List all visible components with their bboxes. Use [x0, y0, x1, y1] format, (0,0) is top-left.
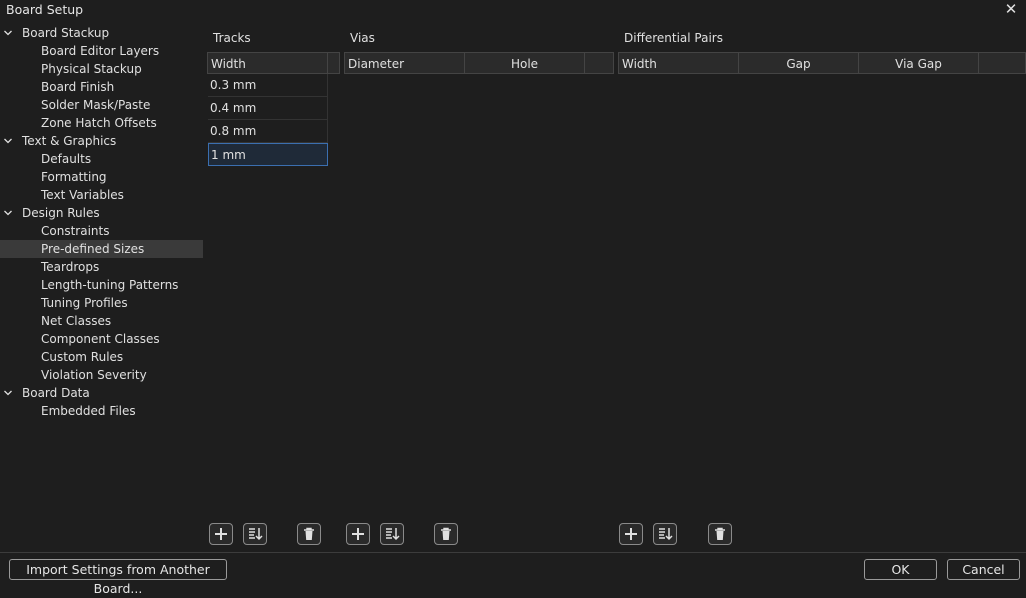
tracks-delete-button[interactable]	[297, 523, 321, 545]
sort-icon	[249, 528, 263, 541]
tree-item[interactable]: Defaults	[0, 150, 204, 168]
tree-item[interactable]: Board Editor Layers	[0, 42, 204, 60]
diffpairs-sort-button[interactable]	[653, 523, 677, 545]
trash-icon	[304, 527, 314, 540]
trash-icon	[715, 527, 725, 540]
diffpairs-header-stub	[979, 52, 1026, 74]
tracks-col-width[interactable]: Width	[207, 52, 328, 74]
tree-item[interactable]: Text Variables	[0, 186, 204, 204]
tree-group[interactable]: Board Data	[0, 384, 204, 402]
title-bar: Board Setup ✕	[0, 0, 1026, 20]
plus-icon	[215, 528, 227, 540]
chevron-down-icon[interactable]	[4, 137, 12, 145]
diffpairs-add-button[interactable]	[619, 523, 643, 545]
tree-group-label: Board Stackup	[22, 26, 110, 40]
tree-item[interactable]: Constraints	[0, 222, 204, 240]
tree-item[interactable]: Embedded Files	[0, 402, 204, 420]
tree-group-label: Text & Graphics	[22, 134, 117, 148]
vias-sort-button[interactable]	[380, 523, 404, 545]
tree-group-label: Design Rules	[22, 206, 100, 220]
tree-item[interactable]: Violation Severity	[0, 366, 204, 384]
vias-col-hole[interactable]: Hole	[465, 52, 585, 74]
vias-add-button[interactable]	[346, 523, 370, 545]
vias-delete-button[interactable]	[434, 523, 458, 545]
ok-button[interactable]: OK	[864, 559, 937, 580]
import-settings-button[interactable]: Import Settings from Another Board...	[9, 559, 227, 596]
track-row-3[interactable]: 0.8 mm	[208, 120, 328, 143]
tracks-header-stub	[328, 52, 340, 74]
chevron-down-icon[interactable]	[4, 209, 12, 217]
diffpairs-col-via-gap[interactable]: Via Gap	[859, 52, 979, 74]
tracks-title: Tracks	[213, 31, 251, 45]
tree-item[interactable]: Pre-defined Sizes	[0, 240, 203, 258]
vias-header-stub	[585, 52, 614, 74]
trash-icon	[441, 527, 451, 540]
sort-icon	[659, 528, 673, 541]
diffpairs-delete-button[interactable]	[708, 523, 732, 545]
tree-item[interactable]: Custom Rules	[0, 348, 204, 366]
tracks-add-button[interactable]	[209, 523, 233, 545]
tree-group[interactable]: Text & Graphics	[0, 132, 204, 150]
tree-item[interactable]: Board Finish	[0, 78, 204, 96]
track-row-4[interactable]: 1 mm	[208, 143, 328, 166]
diffpairs-header: Width Gap Via Gap	[618, 52, 1026, 74]
tree-item[interactable]: Component Classes	[0, 330, 204, 348]
vias-col-diameter[interactable]: Diameter	[344, 52, 465, 74]
plus-icon	[352, 528, 364, 540]
tree-item[interactable]: Net Classes	[0, 312, 204, 330]
tracks-header: Width	[207, 52, 340, 74]
plus-icon	[625, 528, 637, 540]
cancel-button[interactable]: Cancel	[947, 559, 1020, 580]
footer-divider	[0, 552, 1026, 553]
vias-header: Diameter Hole	[344, 52, 614, 74]
chevron-down-icon[interactable]	[4, 29, 12, 37]
diffpairs-title: Differential Pairs	[624, 31, 723, 45]
sort-icon	[386, 528, 400, 541]
tree-item[interactable]: Physical Stackup	[0, 60, 204, 78]
diffpairs-col-width[interactable]: Width	[618, 52, 739, 74]
window-title: Board Setup	[6, 2, 84, 17]
vias-title: Vias	[350, 31, 375, 45]
tree-item[interactable]: Tuning Profiles	[0, 294, 204, 312]
close-icon[interactable]: ✕	[1002, 0, 1020, 18]
tree-group-label: Board Data	[22, 386, 90, 400]
settings-tree: Board Stackup Board Editor Layers Physical…	[0, 24, 204, 420]
tree-group[interactable]: Board Stackup	[0, 24, 204, 42]
tree-item[interactable]: Teardrops	[0, 258, 204, 276]
tree-item[interactable]: Length-tuning Patterns	[0, 276, 204, 294]
chevron-down-icon[interactable]	[4, 389, 12, 397]
tracks-sort-button[interactable]	[243, 523, 267, 545]
tracks-grid: 0.3 mm 0.4 mm 0.8 mm 1 mm	[208, 74, 328, 166]
diffpairs-col-gap[interactable]: Gap	[739, 52, 859, 74]
track-row-2[interactable]: 0.4 mm	[208, 97, 328, 120]
tree-item[interactable]: Solder Mask/Paste	[0, 96, 204, 114]
tree-item[interactable]: Zone Hatch Offsets	[0, 114, 204, 132]
tree-group[interactable]: Design Rules	[0, 204, 204, 222]
tree-item[interactable]: Formatting	[0, 168, 204, 186]
track-row-1[interactable]: 0.3 mm	[208, 74, 328, 97]
